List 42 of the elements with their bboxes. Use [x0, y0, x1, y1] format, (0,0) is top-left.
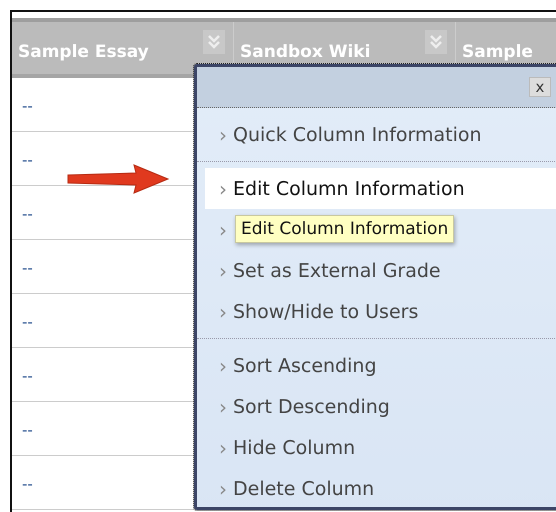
menu-item[interactable]: › Set as External Grade — [205, 250, 556, 291]
menu-item-label: Sort Ascending — [233, 354, 377, 376]
chevron-icon: › — [219, 354, 227, 378]
grade-cell: -- — [22, 151, 33, 169]
menu-item[interactable]: › Hide Column — [205, 427, 556, 468]
menu-item-label: Hide Column — [233, 436, 356, 458]
menu-item[interactable]: › Quick Column Information — [205, 114, 556, 155]
grade-cell: -- — [22, 421, 33, 439]
chevron-icon: › — [219, 436, 227, 460]
menu-item-label: Sort Descending — [233, 396, 390, 418]
double-chevron-icon — [429, 34, 443, 50]
menu-item[interactable]: › Delete Column — [205, 468, 556, 509]
menu-item-label: Edit Column Information — [233, 178, 465, 200]
tooltip: Edit Column Information — [235, 215, 454, 243]
menu-item[interactable]: › Sort Descending — [205, 386, 556, 427]
menu-item[interactable]: › Sort Ascending — [205, 345, 556, 386]
chevron-icon: › — [219, 300, 227, 324]
column-menu-button[interactable] — [425, 30, 447, 54]
grade-cell: -- — [22, 313, 33, 331]
grade-cell: -- — [22, 205, 33, 223]
chevron-icon: › — [219, 394, 227, 418]
chevron-icon: › — [219, 122, 227, 146]
close-button[interactable]: x — [529, 77, 551, 97]
menu-item[interactable]: › Edit Column Information — [205, 168, 556, 209]
column-header: Sandbox Wiki — [240, 42, 370, 62]
double-chevron-icon — [207, 34, 221, 50]
chevron-icon: › — [219, 258, 227, 282]
grade-cell: -- — [22, 475, 33, 493]
menu-item[interactable]: › Show/Hide to Users — [205, 291, 556, 332]
grade-cell: -- — [22, 367, 33, 385]
grade-cell: -- — [22, 97, 33, 115]
grade-cell: -- — [22, 259, 33, 277]
menu-item-label: Set as External Grade — [233, 260, 441, 282]
column-header: Sample Essay — [18, 42, 149, 62]
menu-item-label: Delete Column — [233, 478, 374, 500]
column-header: Sample — [462, 42, 533, 62]
menu-item-label: Show/Hide to Users — [233, 300, 418, 322]
menu-item-label: Quick Column Information — [233, 124, 482, 146]
column-menu-button[interactable] — [203, 30, 225, 54]
chevron-icon: › — [219, 476, 227, 500]
chevron-icon: › — [219, 176, 227, 200]
chevron-icon: › — [219, 218, 227, 242]
